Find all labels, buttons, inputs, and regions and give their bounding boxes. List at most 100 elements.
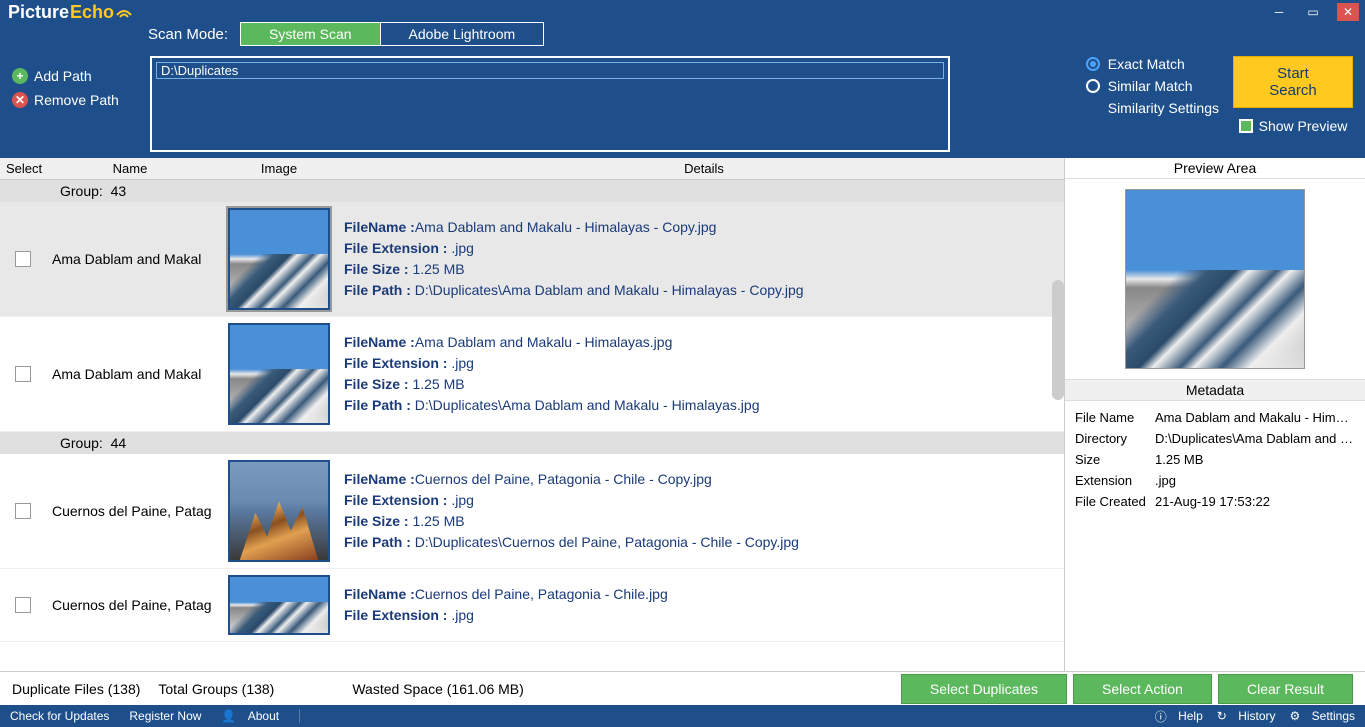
tab-adobe-lightroom[interactable]: Adobe Lightroom xyxy=(380,23,544,45)
config-row: + Add Path ✕Remove Path D:\Duplicates Exa… xyxy=(0,46,1365,158)
item-checkbox[interactable] xyxy=(15,597,31,613)
app-logo: PictureEcho xyxy=(8,2,133,23)
scan-mode-label: Scan Mode: xyxy=(148,26,228,43)
path-buttons: + Add Path ✕Remove Path xyxy=(12,56,136,152)
x-icon: ✕ xyxy=(12,92,28,108)
col-select[interactable]: Select xyxy=(0,161,46,176)
thumbnail[interactable] xyxy=(228,323,330,425)
content: Select Name Image Details Group: 43 Ama … xyxy=(0,158,1365,671)
item-name: Ama Dablam and Makal xyxy=(46,366,214,382)
item-details: FileName :Cuernos del Paine, Patagonia -… xyxy=(344,584,1064,626)
item-checkbox[interactable] xyxy=(15,251,31,267)
metadata-title: Metadata xyxy=(1065,379,1365,401)
remove-path-button[interactable]: ✕Remove Path xyxy=(12,92,136,108)
preview-panel: Preview Area Metadata File NameAma Dabla… xyxy=(1065,158,1365,671)
history-link[interactable]: ↻ History xyxy=(1217,709,1276,723)
meta-key: Extension xyxy=(1075,473,1155,488)
person-icon: 👤 xyxy=(221,709,236,723)
similar-match-label: Similar Match xyxy=(1108,78,1193,94)
thumbnail[interactable] xyxy=(228,575,330,635)
preview-image xyxy=(1125,189,1305,369)
meta-key: Size xyxy=(1075,452,1155,467)
check-updates-link[interactable]: Check for Updates xyxy=(10,709,109,723)
header: PictureEcho ─ ▭ ✕ Scan Mode: System Scan… xyxy=(0,0,1365,158)
exact-match-radio[interactable]: Exact Match xyxy=(1086,56,1219,72)
total-groups-count: Total Groups (138) xyxy=(158,681,274,697)
scan-tabs: System Scan Adobe Lightroom xyxy=(240,22,544,46)
item-details: FileName :Cuernos del Paine, Patagonia -… xyxy=(344,469,1064,553)
checkbox-icon xyxy=(1239,119,1253,133)
select-duplicates-button[interactable]: Select Duplicates xyxy=(901,674,1067,704)
start-search-button[interactable]: Start Search xyxy=(1233,56,1353,108)
wifi-icon xyxy=(115,2,133,22)
item-details: FileName :Ama Dablam and Makalu - Himala… xyxy=(344,217,1064,301)
gear-icon: ⚙ xyxy=(1290,709,1301,723)
radio-icon xyxy=(1086,57,1100,71)
group-number: 43 xyxy=(111,183,127,199)
meta-key: Directory xyxy=(1075,431,1155,446)
results-panel: Select Name Image Details Group: 43 Ama … xyxy=(0,158,1065,671)
clear-result-button[interactable]: Clear Result xyxy=(1218,674,1353,704)
item-name: Cuernos del Paine, Patag xyxy=(46,503,214,519)
path-list[interactable]: D:\Duplicates xyxy=(150,56,950,152)
status-bar: Check for Updates Register Now 👤 About ⓘ… xyxy=(0,705,1365,727)
meta-val: Ama Dablam and Makalu - Himal... xyxy=(1155,410,1355,425)
exact-match-label: Exact Match xyxy=(1108,56,1185,72)
maximize-button[interactable]: ▭ xyxy=(1303,4,1323,20)
list-item[interactable]: Ama Dablam and Makal FileName :Ama Dabla… xyxy=(0,202,1064,317)
item-name: Cuernos del Paine, Patag xyxy=(46,597,214,613)
item-checkbox[interactable] xyxy=(15,503,31,519)
similar-match-radio[interactable]: Similar Match xyxy=(1086,78,1219,94)
meta-val: .jpg xyxy=(1155,473,1355,488)
scrollbar[interactable] xyxy=(1052,280,1064,400)
show-preview-checkbox[interactable]: Show Preview xyxy=(1239,118,1348,134)
logo-text-picture: Picture xyxy=(8,2,69,23)
similarity-settings-link[interactable]: Similarity Settings xyxy=(1108,100,1219,116)
list-item[interactable]: Ama Dablam and Makal FileName :Ama Dabla… xyxy=(0,317,1064,432)
search-column: Start Search Show Preview xyxy=(1233,56,1353,134)
register-link[interactable]: Register Now xyxy=(129,709,201,723)
tab-system-scan[interactable]: System Scan xyxy=(241,23,379,45)
col-image[interactable]: Image xyxy=(214,161,344,176)
thumbnail[interactable] xyxy=(228,208,330,310)
group-header[interactable]: Group: 43 xyxy=(0,180,1064,202)
about-link[interactable]: 👤 About xyxy=(221,709,279,723)
bottom-bar: Duplicate Files (138) Total Groups (138)… xyxy=(0,671,1365,705)
window-controls: ─ ▭ ✕ xyxy=(1269,3,1359,21)
logo-text-echo: Echo xyxy=(70,2,114,23)
col-name[interactable]: Name xyxy=(46,161,214,176)
results-rows[interactable]: Group: 43 Ama Dablam and Makal FileName … xyxy=(0,180,1064,671)
group-header[interactable]: Group: 44 xyxy=(0,432,1064,454)
preview-image-wrap xyxy=(1065,179,1365,379)
settings-link[interactable]: ⚙ Settings xyxy=(1290,709,1355,723)
col-details[interactable]: Details xyxy=(344,161,1064,176)
radio-icon xyxy=(1086,79,1100,93)
meta-key: File Name xyxy=(1075,410,1155,425)
add-path-button[interactable]: + Add Path xyxy=(12,68,136,84)
path-entry[interactable]: D:\Duplicates xyxy=(156,62,944,79)
close-button[interactable]: ✕ xyxy=(1337,3,1359,21)
group-label: Group: xyxy=(60,183,103,199)
divider xyxy=(299,709,300,723)
meta-val: D:\Duplicates\Ama Dablam and M... xyxy=(1155,431,1355,446)
duplicate-files-count: Duplicate Files (138) xyxy=(12,681,140,697)
add-path-label: Add Path xyxy=(34,68,92,84)
thumbnail[interactable] xyxy=(228,460,330,562)
show-preview-label: Show Preview xyxy=(1259,118,1348,134)
wasted-space: Wasted Space (161.06 MB) xyxy=(352,681,523,697)
plus-icon: + xyxy=(12,68,28,84)
meta-val: 1.25 MB xyxy=(1155,452,1355,467)
column-headers: Select Name Image Details xyxy=(0,158,1064,180)
metadata-table: File NameAma Dablam and Makalu - Himal..… xyxy=(1065,401,1365,518)
action-buttons: Select Duplicates Select Action Clear Re… xyxy=(901,674,1353,704)
list-item[interactable]: Cuernos del Paine, Patag FileName :Cuern… xyxy=(0,569,1064,642)
item-checkbox[interactable] xyxy=(15,366,31,382)
info-icon: ⓘ xyxy=(1155,708,1167,725)
minimize-button[interactable]: ─ xyxy=(1269,4,1289,20)
list-item[interactable]: Cuernos del Paine, Patag FileName :Cuern… xyxy=(0,454,1064,569)
group-number: 44 xyxy=(111,435,127,451)
select-action-button[interactable]: Select Action xyxy=(1073,674,1212,704)
help-link[interactable]: ⓘ Help xyxy=(1155,708,1203,725)
group-label: Group: xyxy=(60,435,103,451)
preview-title: Preview Area xyxy=(1065,158,1365,179)
